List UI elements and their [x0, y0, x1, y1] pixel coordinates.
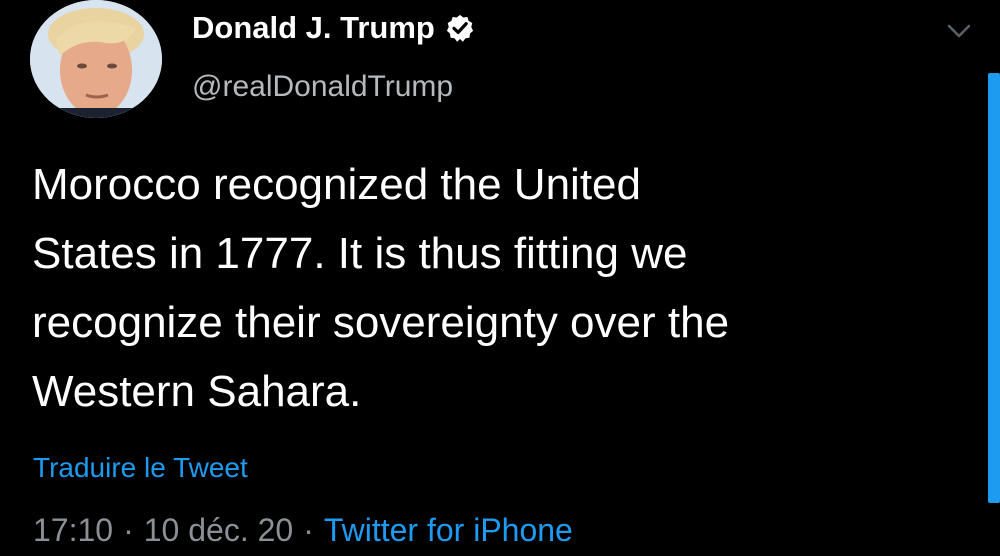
meta-separator: ·: [303, 512, 314, 548]
author-row: Donald J. Trump: [192, 10, 475, 46]
author-display-name[interactable]: Donald J. Trump: [192, 10, 435, 46]
tweet-date[interactable]: 10 déc. 20: [144, 512, 293, 548]
meta-separator: ·: [123, 512, 134, 548]
tweet-meta: 17:10 · 10 déc. 20 · Twitter for iPhone: [33, 512, 573, 549]
tweet-text: Morocco recognized the United States in …: [32, 160, 730, 416]
chevron-down-icon[interactable]: [944, 20, 974, 42]
profile-photo: [30, 0, 162, 118]
tweet-time[interactable]: 17:10: [33, 512, 113, 548]
translate-tweet-link[interactable]: Traduire le Tweet: [33, 452, 248, 484]
verified-badge-icon: [446, 14, 473, 42]
scrollbar[interactable]: [988, 73, 1000, 503]
tweet-source-link[interactable]: Twitter for iPhone: [324, 512, 573, 548]
author-handle[interactable]: @realDonaldTrump: [192, 70, 453, 104]
avatar[interactable]: [30, 0, 162, 118]
